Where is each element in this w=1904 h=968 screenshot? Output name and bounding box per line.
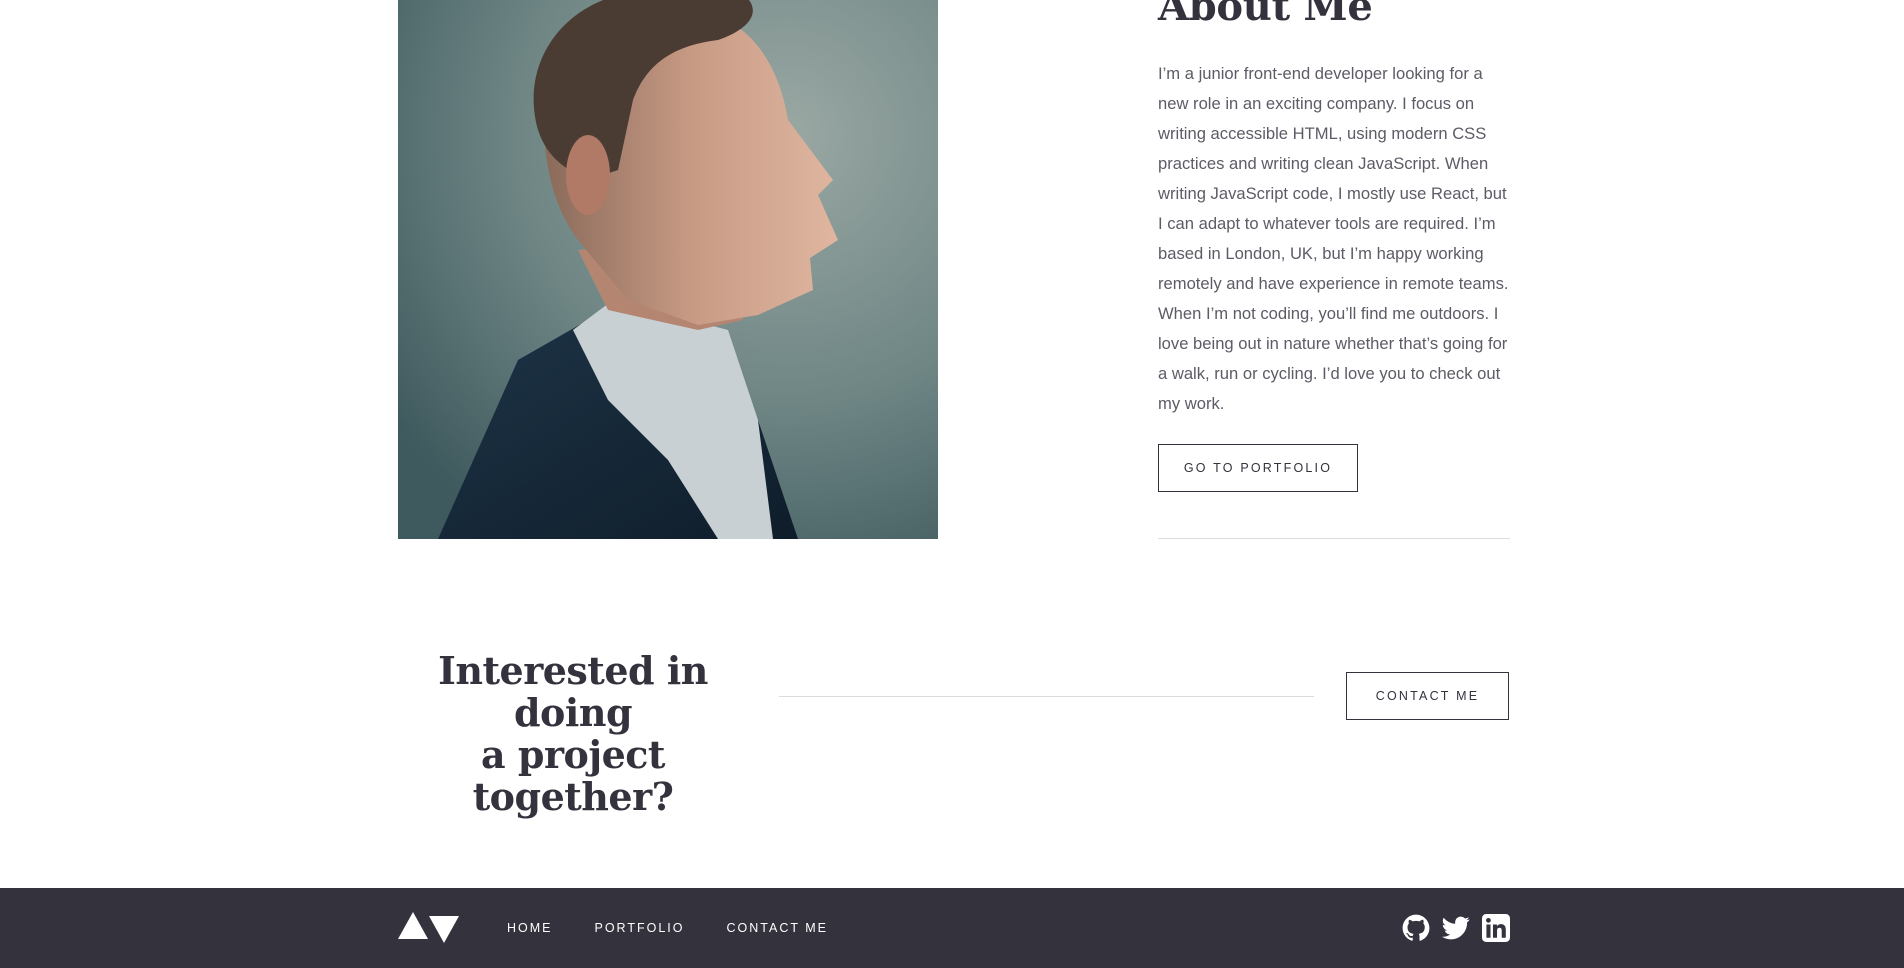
footer: HOME PORTFOLIO CONTACT ME — [0, 888, 1904, 968]
contact-me-button[interactable]: CONTACT ME — [1346, 672, 1509, 720]
about-heading: About Me — [1158, 0, 1373, 30]
profile-photo — [398, 0, 938, 539]
social-links — [1402, 914, 1510, 942]
go-to-portfolio-button[interactable]: GO TO PORTFOLIO — [1158, 444, 1358, 492]
github-icon[interactable] — [1402, 914, 1430, 942]
footer-nav-portfolio[interactable]: PORTFOLIO — [595, 921, 685, 935]
cta-heading: Interested in doing a project together? — [398, 650, 748, 818]
footer-nav-contact[interactable]: CONTACT ME — [727, 921, 828, 935]
twitter-icon[interactable] — [1442, 914, 1470, 942]
linkedin-icon[interactable] — [1482, 914, 1510, 942]
about-divider — [1158, 538, 1510, 539]
logo-icon[interactable] — [398, 912, 459, 944]
cta-heading-line1: Interested in doing — [438, 648, 708, 735]
footer-nav: HOME PORTFOLIO CONTACT ME — [507, 888, 870, 968]
cta-heading-line2: a project together? — [472, 732, 674, 819]
footer-nav-home[interactable]: HOME — [507, 921, 553, 935]
about-paragraph: I’m a junior front-end developer looking… — [1158, 64, 1509, 413]
cta-divider — [779, 696, 1314, 697]
